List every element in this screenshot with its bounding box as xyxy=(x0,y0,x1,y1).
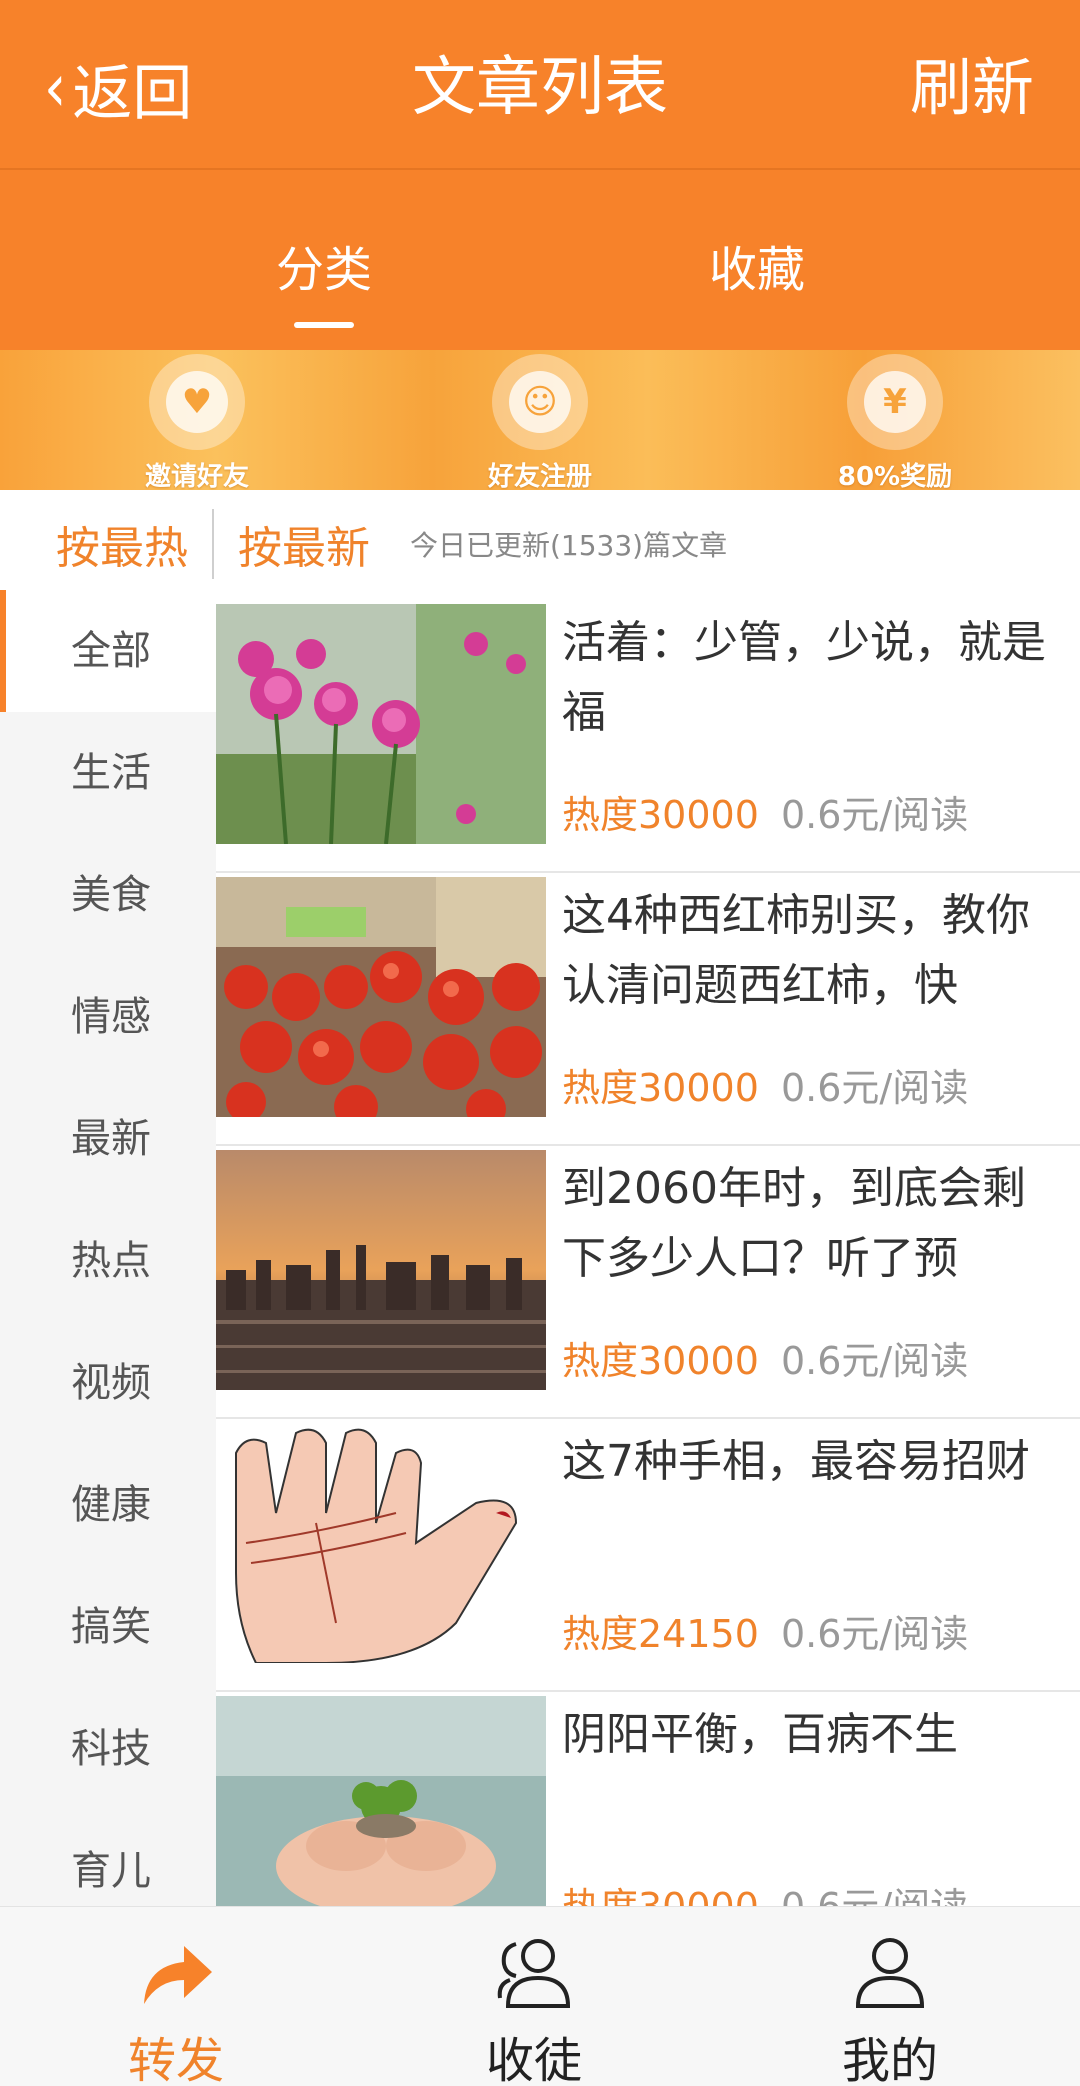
article-price: 0.6元/阅读 xyxy=(780,1612,969,1656)
promo-label: 邀请好友 xyxy=(144,462,249,492)
article-price: 0.6元/阅读 xyxy=(780,1066,969,1110)
chevron-left-icon: ‹ xyxy=(44,49,67,127)
article-price: 0.6元/阅读 xyxy=(780,1339,969,1383)
promo-banner[interactable]: ♥ 邀请好友 ☺ 好友注册 ¥ 80%奖励 xyxy=(0,350,1080,493)
heart-envelope-icon: ♥ xyxy=(149,354,245,450)
article-title: 这7种手相，最容易招财 xyxy=(562,1436,1030,1487)
article-item[interactable]: 活着：少管，少说，就是福 热度30000 0.6元/阅读 xyxy=(216,600,1080,873)
article-meta: 热度30000 0.6元/阅读 xyxy=(562,1876,968,1906)
article-title: 这4种西红柿别买，教你认清问题西红柿，快 xyxy=(562,890,1030,1011)
sidebar-item-emotion[interactable]: 情感 xyxy=(0,956,216,1078)
article-item[interactable]: 到2060年时，到底会剩下多少人口？听了预 热度30000 0.6元/阅读 xyxy=(216,1146,1080,1419)
promo-friend-register[interactable]: ☺ 好友注册 xyxy=(440,354,640,493)
article-meta: 热度30000 0.6元/阅读 xyxy=(562,1330,968,1385)
promo-invite-friends[interactable]: ♥ 邀请好友 xyxy=(97,354,297,493)
article-title: 到2060年时，到底会剩下多少人口？听了预 xyxy=(562,1163,1026,1284)
nav-apprentice-label: 收徒 xyxy=(485,2033,582,2086)
article-heat: 热度30000 xyxy=(562,793,759,837)
top-bar: ‹ 返回 文章列表 刷新 xyxy=(0,0,1080,170)
sort-hot-button[interactable]: 按最热 xyxy=(56,512,188,576)
article-heat: 热度30000 xyxy=(562,1885,759,1906)
back-button[interactable]: ‹ 返回 xyxy=(44,48,192,129)
article-meta: 热度24150 0.6元/阅读 xyxy=(562,1603,968,1658)
sidebar-item-all[interactable]: 全部 xyxy=(0,590,216,712)
nav-share-label: 转发 xyxy=(127,2033,224,2086)
update-info: 今日已更新(1533)篇文章 xyxy=(410,529,728,562)
nav-apprentice[interactable]: 收徒 xyxy=(434,1927,634,2086)
promo-label: 80%奖励 xyxy=(837,462,953,492)
sidebar-item-trending[interactable]: 热点 xyxy=(0,1200,216,1322)
sidebar-item-funny[interactable]: 搞笑 xyxy=(0,1566,216,1688)
tab-category[interactable]: 分类 xyxy=(224,230,424,328)
tab-active-indicator xyxy=(294,322,354,328)
tab-bar: 分类 收藏 xyxy=(0,170,1080,350)
category-sidebar: 全部 生活 美食 情感 最新 热点 视频 健康 搞笑 科技 育儿 xyxy=(0,590,216,1910)
nav-mine[interactable]: 我的 xyxy=(790,1927,990,2086)
user-icon xyxy=(790,1927,990,2017)
article-price: 0.6元/阅读 xyxy=(781,1885,968,1906)
article-heat: 热度30000 xyxy=(562,1339,759,1383)
money-bag-icon: ¥ xyxy=(847,354,943,450)
article-thumbnail-tomatoes xyxy=(216,877,546,1117)
article-item[interactable]: 这4种西红柿别买，教你认清问题西红柿，快 热度30000 0.6元/阅读 xyxy=(216,873,1080,1146)
id-card-icon: ☺ xyxy=(492,354,588,450)
share-arrow-icon xyxy=(76,1927,276,2017)
article-thumbnail-hands-with-plant xyxy=(216,1696,546,1906)
article-title: 活着：少管，少说，就是福 xyxy=(562,617,1046,738)
article-heat: 热度30000 xyxy=(562,1066,759,1110)
sidebar-item-food[interactable]: 美食 xyxy=(0,834,216,956)
article-thumbnail-palm-lines xyxy=(216,1423,546,1663)
nav-share[interactable]: 转发 xyxy=(76,1927,276,2086)
users-icon xyxy=(434,1927,634,2017)
sidebar-item-video[interactable]: 视频 xyxy=(0,1322,216,1444)
sidebar-item-latest[interactable]: 最新 xyxy=(0,1078,216,1200)
refresh-button[interactable]: 刷新 xyxy=(910,48,1034,128)
tab-favorites[interactable]: 收藏 xyxy=(657,230,857,300)
article-item[interactable]: 阴阳平衡，百病不生 热度30000 0.6元/阅读 xyxy=(216,1692,1080,1906)
bottom-nav: 转发 收徒 我的 xyxy=(0,1906,1080,2086)
sidebar-item-life[interactable]: 生活 xyxy=(0,712,216,834)
article-list: 活着：少管，少说，就是福 热度30000 0.6元/阅读 这4种西红柿别买，教你… xyxy=(216,600,1080,1906)
promo-reward[interactable]: ¥ 80%奖励 xyxy=(795,354,995,493)
sort-divider xyxy=(212,509,214,579)
sidebar-item-health[interactable]: 健康 xyxy=(0,1444,216,1566)
article-title: 阴阳平衡，百病不生 xyxy=(562,1709,958,1760)
article-meta: 热度30000 0.6元/阅读 xyxy=(562,784,968,839)
tab-category-label: 分类 xyxy=(275,242,372,298)
sort-new-button[interactable]: 按最新 xyxy=(238,512,370,576)
article-thumbnail-peony-flowers xyxy=(216,604,546,844)
article-price: 0.6元/阅读 xyxy=(780,793,969,837)
tab-favorites-label: 收藏 xyxy=(708,242,805,298)
article-item[interactable]: 这7种手相，最容易招财 热度24150 0.6元/阅读 xyxy=(216,1419,1080,1692)
back-label: 返回 xyxy=(72,58,193,129)
article-thumbnail-city-skyline xyxy=(216,1150,546,1390)
sort-bar: 按最热 按最新 今日已更新(1533)篇文章 xyxy=(0,490,1080,598)
article-meta: 热度30000 0.6元/阅读 xyxy=(562,1057,968,1112)
promo-label: 好友注册 xyxy=(487,462,592,492)
sidebar-item-tech[interactable]: 科技 xyxy=(0,1688,216,1810)
nav-mine-label: 我的 xyxy=(841,2033,938,2086)
article-heat: 热度24150 xyxy=(562,1612,759,1656)
